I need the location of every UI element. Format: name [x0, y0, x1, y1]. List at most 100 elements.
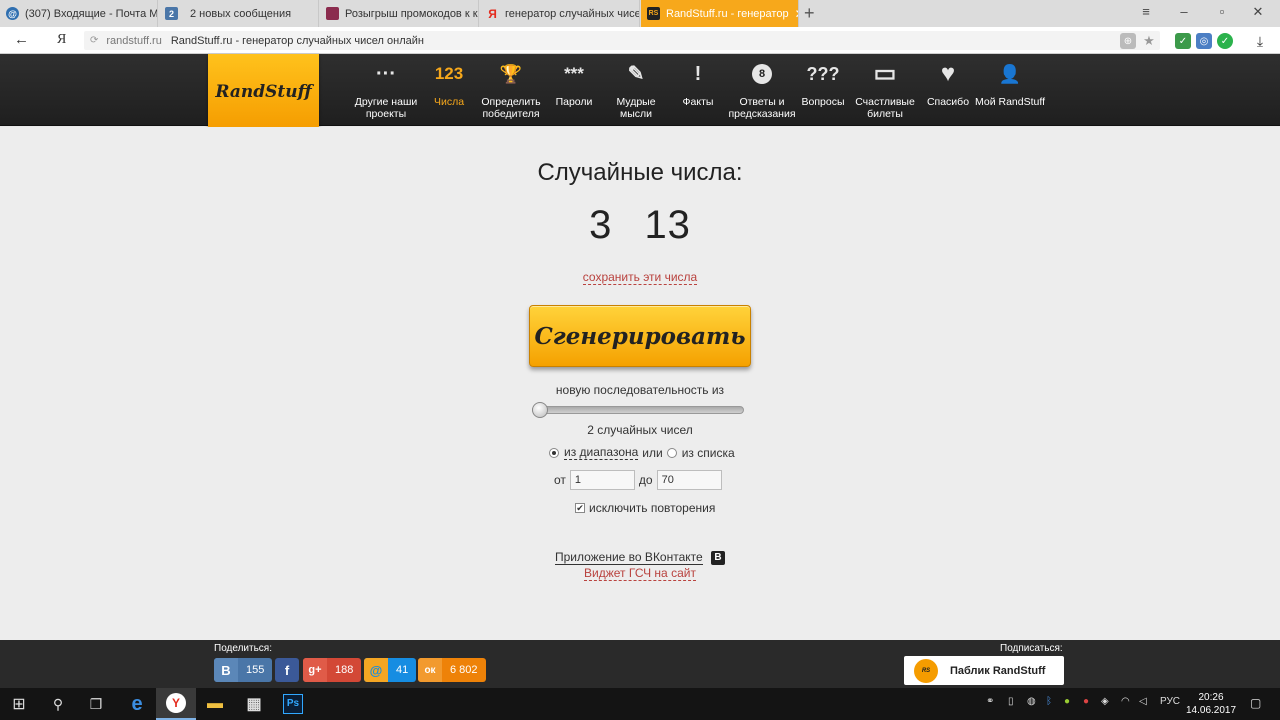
share-odnoklassniki-button[interactable]: ок 6 802 — [418, 658, 486, 682]
list-mode-radio[interactable] — [666, 447, 677, 458]
random-number: 3 — [589, 203, 613, 247]
book-icon — [326, 7, 339, 20]
generate-button[interactable]: Сгенерировать — [529, 305, 751, 367]
share-mailru-button[interactable]: @ 41 — [364, 658, 417, 682]
to-label: до — [638, 473, 653, 487]
randstuff-avatar: RS — [914, 658, 938, 683]
sequence-label: новую последовательность из — [555, 383, 725, 397]
nav-numbers[interactable]: 123 Числа — [414, 62, 484, 108]
download-icon[interactable]: ⤓ — [1252, 33, 1268, 49]
clock-date: 14.06.2017 — [1186, 705, 1237, 716]
nav-other-projects[interactable]: ··· Другие наши проекты — [351, 62, 421, 120]
share-google-plus-button[interactable]: g+ 188 — [303, 658, 362, 682]
subscribe-label: Подписаться: — [1000, 643, 1063, 654]
volume-icon[interactable]: ◁ — [1139, 696, 1147, 707]
tray-shield-icon[interactable]: ◈ — [1101, 696, 1109, 707]
save-numbers-link[interactable]: сохранить эти числа — [582, 270, 698, 285]
tray-link-icon[interactable]: ⚭ — [986, 696, 994, 707]
edge-icon[interactable]: e — [117, 688, 157, 720]
adblock-icon[interactable]: ✓ — [1175, 33, 1191, 49]
random-number: 13 — [644, 203, 691, 247]
yandex-logo[interactable]: Я — [57, 32, 66, 48]
tray-app-icon[interactable]: ◍ — [1027, 696, 1036, 707]
nav-winner[interactable]: 🏆 Определить победителя — [476, 62, 546, 120]
tab-randstuff[interactable]: RS RandStuff.ru - генератор ✕ — [641, 0, 799, 27]
nav-label: Спасибо — [926, 96, 970, 108]
list-mode-label[interactable]: из списка — [682, 446, 735, 460]
wifi-icon[interactable]: ◠ — [1121, 696, 1130, 707]
url-field[interactable]: ⟳ randstuff.ru RandStuff.ru - генератор … — [84, 31, 1160, 50]
calculator-icon[interactable]: ▦ — [234, 688, 274, 720]
nav-facts[interactable]: ! Факты — [663, 62, 733, 108]
nav-label: Вопросы — [801, 96, 845, 108]
from-input[interactable]: 1 — [569, 470, 635, 490]
nav-my-randstuff[interactable]: 👤 Мой RandStuff — [975, 62, 1045, 108]
tab-vk[interactable]: 2 2 новых сообщения — [159, 0, 319, 27]
language-indicator[interactable]: РУС — [1160, 696, 1180, 707]
range-mode-label[interactable]: из диапазона — [564, 445, 639, 460]
nav-questions[interactable]: ??? Вопросы — [788, 62, 858, 108]
result-title: Случайные числа: — [537, 159, 743, 186]
url-domain: randstuff.ru — [106, 34, 162, 47]
share-vk-button[interactable]: В 155 — [214, 658, 273, 682]
to-input[interactable]: 70 — [656, 470, 722, 490]
nav-label: Счастливые билеты — [855, 96, 915, 120]
url-page-title: RandStuff.ru - генератор случайных чисел… — [170, 34, 424, 47]
windows-taskbar: ⊞ ⚲ ❐ e Y ▬ ▦ Ps ⚭ ▯ ◍ ᛒ ● ● ◈ ◠ ◁ РУС 2… — [0, 688, 1280, 720]
tray-usb-icon[interactable]: ▯ — [1008, 696, 1014, 707]
vk-app-row: Приложение во ВКонтакте В — [0, 550, 1280, 565]
exclude-repeats-row: ✔ исключить повторения — [575, 501, 715, 515]
tab-title: генератор случайных чисе — [505, 7, 640, 20]
user-icon: 👤 — [998, 64, 1022, 84]
tab-promo[interactable]: Розыгрыш промокодов к к — [320, 0, 479, 27]
nav-label: Мудрые мысли — [616, 96, 656, 120]
share-count: 6 802 — [450, 664, 478, 676]
widget-link[interactable]: Виджет ГСЧ на сайт — [584, 566, 696, 581]
photoshop-icon[interactable]: Ps — [273, 688, 313, 720]
tray-red-icon[interactable]: ● — [1083, 696, 1089, 707]
nav-wise-thoughts[interactable]: ✎ Мудрые мысли — [601, 62, 671, 120]
vk-icon[interactable]: В — [711, 550, 726, 565]
clock[interactable]: 20:26 14.06.2017 — [1186, 691, 1236, 717]
windows-start-icon[interactable]: ⊞ — [9, 694, 29, 714]
back-arrow-icon[interactable]: ← — [14, 31, 29, 48]
page-info-icon[interactable]: ⟳ — [90, 35, 98, 46]
exclude-repeats-label[interactable]: исключить повторения — [589, 501, 715, 515]
site-logo[interactable]: RandStuff — [208, 54, 319, 130]
check-icon[interactable]: ✓ — [1217, 33, 1233, 49]
yandex-browser-taskbar-icon[interactable]: Y — [156, 688, 196, 720]
share-count: 155 — [246, 664, 265, 676]
result-numbers: 3 13 — [0, 203, 1280, 248]
search-icon[interactable]: ⚲ — [48, 694, 68, 714]
count-slider-handle[interactable] — [532, 402, 548, 418]
bookmark-star-icon[interactable]: ★ — [1141, 33, 1157, 49]
count-slider-track[interactable] — [532, 406, 744, 414]
task-view-icon[interactable]: ❐ — [86, 694, 106, 714]
mode-selector: из диапазона или из списка — [549, 445, 735, 460]
close-icon[interactable]: ✕ — [789, 7, 798, 21]
tab-yandex-search[interactable]: Я генератор случайных чисе — [480, 0, 640, 27]
file-explorer-icon[interactable]: ▬ — [195, 688, 235, 720]
maximize-icon[interactable]: ▫ — [1212, 4, 1232, 19]
nav-lucky-tickets[interactable]: ▭ Счастливые билеты — [850, 62, 920, 121]
menu-icon[interactable]: ≡ — [1136, 4, 1156, 19]
exclude-repeats-checkbox[interactable]: ✔ — [575, 503, 585, 513]
new-tab-button[interactable]: + — [804, 3, 815, 24]
tray-green-icon[interactable]: ● — [1064, 696, 1070, 707]
minimize-icon[interactable]: – — [1174, 4, 1194, 19]
bluetooth-icon[interactable]: ᛒ — [1046, 696, 1052, 707]
generate-button-label: Сгенерировать — [534, 322, 746, 350]
nav-passwords[interactable]: *** Пароли — [539, 62, 609, 108]
share-facebook-button[interactable]: f — [275, 658, 299, 682]
close-window-icon[interactable]: ✕ — [1248, 4, 1268, 20]
extension-icon[interactable]: ◎ — [1196, 33, 1212, 49]
vk-app-link[interactable]: Приложение во ВКонтакте — [554, 550, 703, 565]
reader-icon[interactable]: ⊕ — [1120, 33, 1136, 49]
nav-thanks[interactable]: ♥ Спасибо — [913, 60, 983, 109]
google-plus-icon: g+ — [303, 658, 327, 682]
heart-icon: ♥ — [940, 60, 956, 87]
tab-mail[interactable]: @ (307) Входящие - Почта Ма — [0, 0, 158, 27]
range-mode-radio[interactable] — [549, 447, 559, 458]
public-randstuff-button[interactable]: RS Паблик RandStuff — [904, 656, 1064, 685]
notifications-icon[interactable]: ▢ — [1250, 696, 1261, 710]
